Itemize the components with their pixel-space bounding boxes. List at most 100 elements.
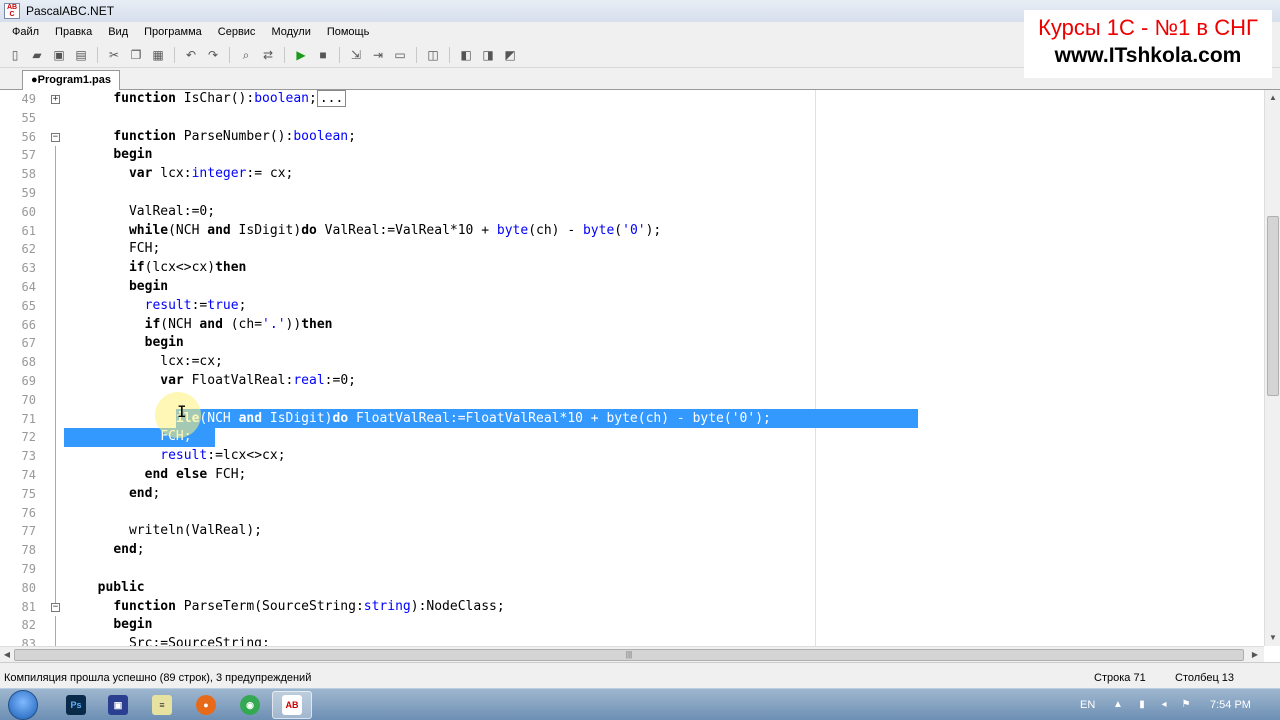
undo-icon[interactable]: ↶ bbox=[183, 47, 199, 63]
code-line[interactable]: 59 bbox=[0, 184, 1264, 203]
replace-icon[interactable]: ⇄ bbox=[260, 47, 276, 63]
menu-item[interactable]: Модули bbox=[263, 26, 318, 38]
debug-step-icon[interactable]: ⇲ bbox=[348, 47, 364, 63]
code-text: while(NCH and IsDigit)do ValReal:=ValRea… bbox=[128, 222, 662, 238]
code-line[interactable]: 80 public bbox=[0, 579, 1264, 598]
code-text: begin bbox=[144, 335, 184, 351]
flag-icon[interactable]: ⚑ bbox=[1180, 699, 1192, 711]
open-folder-icon[interactable]: ▰ bbox=[29, 47, 45, 63]
code-editor[interactable]: 49 + function IsChar():boolean;... 55 56 − f… bbox=[0, 90, 1264, 646]
cut-icon[interactable]: ✂ bbox=[106, 47, 122, 63]
code-line[interactable]: 68 lcx:=cx; bbox=[0, 353, 1264, 372]
code-line[interactable]: 61 while(NCH and IsDigit)do ValReal:=Val… bbox=[0, 222, 1264, 241]
line-number: 77 bbox=[21, 524, 36, 539]
code-line[interactable]: 81 − function ParseTerm(SourceString:stri… bbox=[0, 598, 1264, 617]
code-line[interactable]: 82 begin bbox=[0, 616, 1264, 635]
fold-collapse-icon[interactable]: − bbox=[51, 602, 60, 612]
tray-expand-icon[interactable]: ▲ bbox=[1112, 699, 1124, 711]
code-line[interactable]: 55 bbox=[0, 109, 1264, 128]
code-line[interactable]: 66 if(NCH and (ch='.'))then bbox=[0, 316, 1264, 335]
menu-item[interactable]: Помощь bbox=[319, 26, 378, 38]
line-number: 76 bbox=[21, 505, 36, 520]
menu-item[interactable]: Файл bbox=[4, 26, 47, 38]
run-icon[interactable]: ▶ bbox=[293, 47, 309, 63]
line-number: 74 bbox=[21, 468, 36, 482]
code-text: ValReal:=0; bbox=[82, 203, 216, 219]
vertical-scroll-thumb[interactable] bbox=[1267, 216, 1279, 396]
line-number: 56 bbox=[21, 129, 36, 144]
code-line[interactable]: 65 result:=true; bbox=[0, 297, 1264, 316]
stop-icon[interactable]: ■ bbox=[315, 47, 331, 63]
code-line[interactable]: 77 writeln(ValReal); bbox=[0, 522, 1264, 541]
menu-item[interactable]: Сервис bbox=[210, 26, 264, 38]
code-line[interactable]: 63 if(lcx<>cx)then bbox=[0, 259, 1264, 278]
line-number: 82 bbox=[21, 618, 36, 633]
code-line[interactable]: 79 bbox=[0, 560, 1264, 579]
save-all-icon[interactable]: ▤ bbox=[73, 47, 89, 63]
toolbar-separator bbox=[174, 46, 175, 63]
firefox-icon[interactable]: ● bbox=[196, 695, 216, 715]
line-number: 71 bbox=[21, 411, 36, 426]
start-button[interactable] bbox=[8, 690, 38, 720]
photoshop-icon[interactable]: Ps bbox=[66, 695, 86, 715]
code-line[interactable]: 64 begin bbox=[0, 278, 1264, 297]
system-clock[interactable]: 7:54 PM bbox=[1210, 699, 1251, 711]
window-tile-icon[interactable]: ◨ bbox=[480, 47, 496, 63]
code-line[interactable]: 75 end; bbox=[0, 485, 1264, 504]
toolbar-separator bbox=[416, 46, 417, 63]
code-line[interactable]: 78 end; bbox=[0, 541, 1264, 560]
horizontal-scroll-thumb[interactable]: ||| bbox=[14, 649, 1244, 661]
toolbar-separator bbox=[449, 46, 450, 63]
code-line[interactable]: 58 var lcx:integer:= cx; bbox=[0, 165, 1264, 184]
code-line[interactable]: 57 begin bbox=[0, 146, 1264, 165]
new-file-icon[interactable]: ▯ bbox=[7, 47, 23, 63]
volume-icon[interactable]: ◂ bbox=[1158, 699, 1170, 711]
paste-icon[interactable]: ▦ bbox=[150, 47, 166, 63]
copy-icon[interactable]: ❐ bbox=[128, 47, 144, 63]
scroll-up-icon[interactable]: ▲ bbox=[1265, 90, 1280, 106]
network-icon[interactable]: ▮ bbox=[1136, 699, 1148, 711]
line-number: 64 bbox=[21, 280, 36, 294]
menu-item[interactable]: Правка bbox=[47, 26, 100, 38]
window-arrange-icon[interactable]: ◩ bbox=[502, 47, 518, 63]
code-line[interactable]: 62 FCH; bbox=[0, 240, 1264, 259]
status-bar: Компиляция прошла успешно (89 строк), 3 … bbox=[0, 662, 1280, 688]
save-icon[interactable]: ▣ bbox=[51, 47, 67, 63]
collapsed-region-marker[interactable]: ... bbox=[316, 90, 347, 107]
fold-expand-icon[interactable]: + bbox=[51, 95, 60, 104]
line-number: 49 bbox=[21, 92, 36, 106]
form-designer-icon[interactable]: ▭ bbox=[392, 47, 408, 63]
window-cascade-icon[interactable]: ◧ bbox=[458, 47, 474, 63]
code-line[interactable]: 73 result:=lcx<>cx; bbox=[0, 447, 1264, 466]
find-icon[interactable]: ⌕ bbox=[238, 47, 254, 63]
redo-icon[interactable]: ↷ bbox=[205, 47, 221, 63]
code-line[interactable]: 49 + function IsChar():boolean;... bbox=[0, 90, 1264, 109]
step-over-icon[interactable]: ⇥ bbox=[370, 47, 386, 63]
horizontal-scrollbar[interactable]: ◀ ||| ▶ bbox=[0, 646, 1264, 662]
menu-item[interactable]: Вид bbox=[100, 26, 136, 38]
save-disk-icon[interactable]: ▣ bbox=[108, 695, 128, 715]
code-line[interactable]: 83 Src:=SourceString; bbox=[0, 635, 1264, 646]
language-indicator[interactable]: EN bbox=[1080, 699, 1095, 711]
scroll-right-icon[interactable]: ▶ bbox=[1248, 647, 1262, 663]
code-line[interactable]: 69 var FloatValReal:real:=0; bbox=[0, 372, 1264, 391]
notepad-icon[interactable]: ≡ bbox=[152, 695, 172, 715]
line-number: 55 bbox=[21, 110, 36, 125]
code-line[interactable]: 67 begin bbox=[0, 334, 1264, 353]
scroll-down-icon[interactable]: ▼ bbox=[1265, 630, 1280, 646]
code-line[interactable]: 76 bbox=[0, 504, 1264, 523]
code-text: result:=true; bbox=[144, 297, 247, 313]
line-number: 72 bbox=[21, 430, 36, 445]
scroll-left-icon[interactable]: ◀ bbox=[0, 647, 14, 663]
menu-item[interactable]: Программа bbox=[136, 26, 210, 38]
compile-icon[interactable]: ◫ bbox=[425, 47, 441, 63]
code-line[interactable]: 60 ValReal:=0; bbox=[0, 203, 1264, 222]
chrome-icon[interactable]: ◉ bbox=[240, 695, 260, 715]
code-line[interactable]: 74 end else FCH; bbox=[0, 466, 1264, 485]
line-number: 61 bbox=[21, 223, 36, 238]
vertical-scrollbar[interactable]: ▲ ▼ bbox=[1264, 90, 1280, 646]
fold-collapse-icon[interactable]: − bbox=[51, 132, 60, 142]
tab-program1[interactable]: ●Program1.pas bbox=[22, 70, 121, 90]
pascalabc-task-icon[interactable]: AB bbox=[282, 695, 302, 715]
code-line[interactable]: 56 − function ParseNumber():boolean; bbox=[0, 128, 1264, 147]
